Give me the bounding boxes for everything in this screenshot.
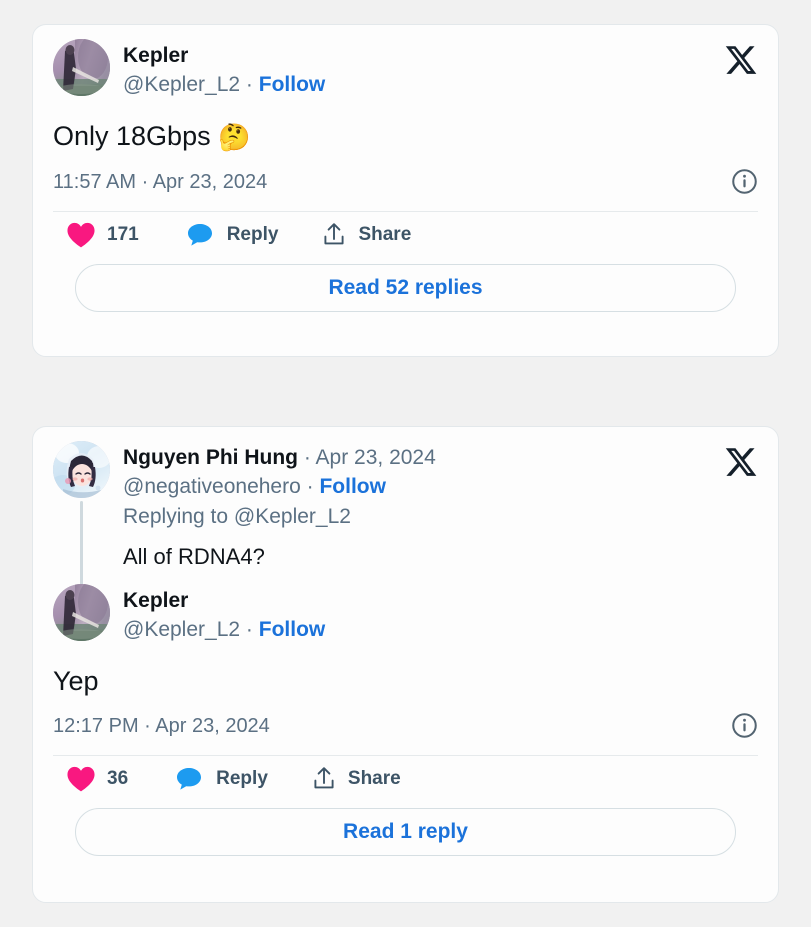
tweet-timestamp: 12:17 PM · Apr 23, 2024	[53, 715, 270, 737]
like-count: 171	[107, 224, 139, 245]
reply-label: Reply	[226, 224, 279, 245]
author-text-block: Kepler @Kepler_L2 · Follow	[123, 39, 758, 100]
tweet-body-text: Yep	[53, 666, 99, 696]
inline-reply-text: All of RDNA4?	[123, 544, 265, 569]
share-button[interactable]: Share	[312, 766, 401, 792]
embedded-tweets-page: Kepler @Kepler_L2 · Follow Only 18Gbps 🤔…	[0, 0, 811, 927]
share-label: Share	[347, 768, 401, 789]
replying-to-label: Replying to @Kepler_L2	[123, 505, 351, 528]
tweet-meta-row: 12:17 PM · Apr 23, 2024	[53, 711, 758, 741]
thinking-face-emoji: 🤔	[218, 122, 251, 152]
separator-dot: ·	[245, 618, 253, 641]
like-button[interactable]: 171	[67, 222, 139, 248]
tweet-header: Kepler @Kepler_L2 · Follow	[53, 584, 758, 645]
speech-bubble-icon	[176, 767, 202, 791]
tweet-body-text: Only 18Gbps 🤔	[53, 118, 758, 155]
speech-bubble-icon	[187, 223, 213, 247]
read-replies-label: Read 1 reply	[343, 820, 468, 843]
kepler-avatar[interactable]	[53, 584, 110, 641]
separator-dot: ·	[245, 73, 253, 96]
author-text-block: Kepler @Kepler_L2 · Follow	[123, 584, 758, 645]
tweet-actions: 171 Reply Share	[53, 212, 758, 258]
x-logo-icon[interactable]	[724, 445, 758, 479]
avatar-column	[53, 441, 123, 609]
handle: @Kepler_L2	[123, 618, 241, 641]
heart-icon	[67, 766, 95, 792]
author-handle-row: @Kepler_L2 · Follow	[123, 615, 758, 645]
tweet-card: Kepler @Kepler_L2 · Follow Only 18Gbps 🤔…	[32, 24, 779, 357]
reply-author-name-row: Nguyen Phi Hung · Apr 23, 2024	[123, 443, 758, 472]
like-count: 36	[107, 768, 129, 789]
info-circle-icon[interactable]	[731, 168, 758, 195]
author-name-row: Kepler	[123, 586, 758, 615]
author-name-row: Kepler	[123, 41, 758, 70]
display-name: Kepler	[123, 589, 189, 612]
share-arrow-icon	[322, 222, 346, 248]
share-button[interactable]: Share	[322, 222, 411, 248]
read-replies-button[interactable]: Read 52 replies	[75, 264, 736, 312]
share-arrow-icon	[312, 766, 336, 792]
tweet-actions: 36 Reply Share	[53, 756, 758, 802]
tweet-timestamp: 11:57 AM · Apr 23, 2024	[53, 171, 268, 193]
share-label: Share	[358, 224, 412, 245]
reply-author-handle-row: @negativeonehero · Follow	[123, 472, 758, 502]
follow-button[interactable]: Follow	[259, 618, 326, 641]
kepler-avatar[interactable]	[53, 39, 110, 96]
reply-tweet-header: Nguyen Phi Hung · Apr 23, 2024 @negative…	[53, 441, 758, 609]
separator-dot: ·	[303, 446, 311, 469]
reply-button[interactable]: Reply	[176, 767, 268, 791]
reply-author-text-block: Nguyen Phi Hung · Apr 23, 2024 @negative…	[123, 441, 758, 532]
follow-button[interactable]: Follow	[319, 475, 386, 498]
follow-button[interactable]: Follow	[259, 73, 326, 96]
heart-icon	[67, 222, 95, 248]
tweet-text: Only 18Gbps	[53, 121, 219, 151]
tweet-header: Kepler @Kepler_L2 · Follow	[53, 39, 758, 100]
info-circle-icon[interactable]	[731, 712, 758, 739]
like-button[interactable]: 36	[67, 766, 128, 792]
tweet-card: Nguyen Phi Hung · Apr 23, 2024 @negative…	[32, 426, 779, 903]
read-replies-button[interactable]: Read 1 reply	[75, 808, 736, 856]
handle: @Kepler_L2	[123, 73, 241, 96]
nguyen-phi-hung-avatar[interactable]	[53, 441, 110, 498]
tweet-date: Apr 23, 2024	[315, 446, 436, 469]
author-handle-row: @Kepler_L2 · Follow	[123, 70, 758, 100]
display-name: Nguyen Phi Hung	[123, 446, 298, 469]
avatar-column	[53, 584, 123, 641]
avatar-column	[53, 39, 123, 96]
separator-dot: ·	[306, 475, 314, 498]
handle: @negativeonehero	[123, 475, 301, 498]
reply-button[interactable]: Reply	[187, 223, 279, 247]
read-replies-label: Read 52 replies	[328, 276, 483, 299]
tweet-meta-row: 11:57 AM · Apr 23, 2024	[53, 167, 758, 197]
x-logo-icon[interactable]	[724, 43, 758, 77]
display-name: Kepler	[123, 44, 189, 67]
reply-label: Reply	[216, 768, 268, 789]
